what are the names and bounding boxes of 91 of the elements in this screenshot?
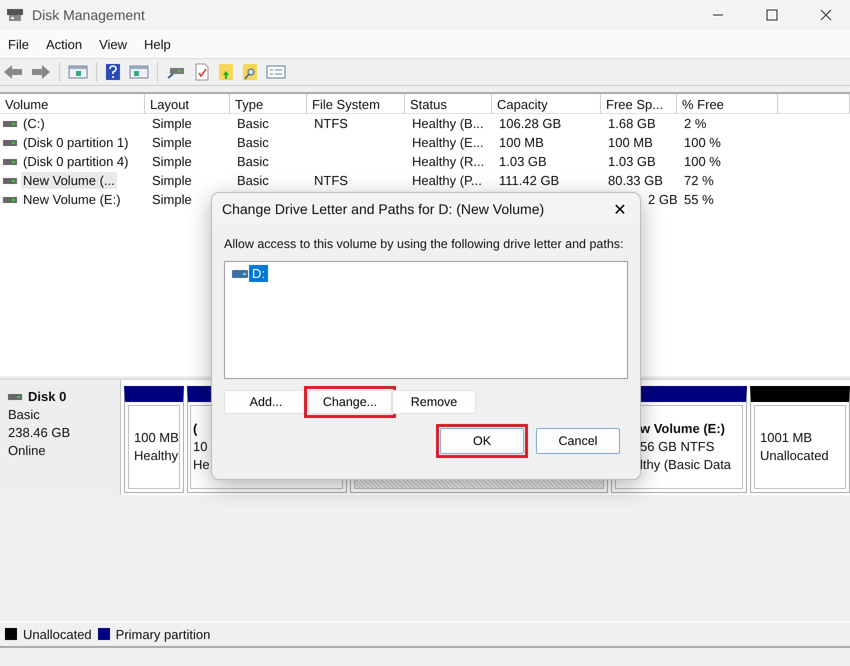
table-cell[interactable]: New Volume (E:): [21, 191, 123, 208]
console-tree-icon[interactable]: [68, 64, 88, 80]
table-cell: Basic: [237, 135, 269, 150]
table-cell: 55 %: [684, 192, 714, 207]
dialog-button[interactable]: Add...: [224, 390, 308, 414]
dialog-button[interactable]: Remove: [392, 390, 476, 414]
column-header[interactable]: Type: [230, 94, 307, 114]
column-header[interactable]: Volume: [0, 94, 145, 114]
table-cell[interactable]: (Disk 0 partition 4): [21, 153, 130, 170]
partition-block[interactable]: 100 MB Healthy: [124, 386, 184, 493]
drive-icon: [3, 140, 17, 146]
legend-label: Primary partition: [116, 626, 210, 642]
drive-icon: [8, 394, 22, 400]
table-cell: 100 MB: [608, 135, 653, 150]
disk-type: Basic: [8, 406, 41, 424]
table-cell: 100 %: [684, 154, 721, 169]
empty-column-header: [778, 94, 850, 114]
menu-item[interactable]: Action: [46, 36, 82, 52]
table-cell[interactable]: New Volume (...: [21, 172, 117, 189]
table-cell: 80.33 GB: [608, 173, 663, 188]
table-cell: 111.42 GB: [499, 173, 560, 188]
menu-item[interactable]: File: [8, 36, 29, 52]
table-cell: Healthy (B...: [412, 116, 484, 131]
window-title: Disk Management: [32, 7, 145, 23]
close-icon[interactable]: [820, 9, 832, 21]
table-cell: 72 %: [684, 173, 714, 188]
column-header[interactable]: Layout: [145, 94, 230, 114]
maximize-icon[interactable]: [766, 9, 778, 21]
menu-item[interactable]: View: [99, 36, 128, 52]
drive-icon: [3, 178, 17, 184]
table-cell: Simple: [152, 192, 192, 207]
table-cell: 2 %: [684, 116, 706, 131]
partition-detail: 1001 MB: [760, 429, 814, 447]
column-header[interactable]: Free Sp...: [601, 94, 677, 114]
column-header[interactable]: File System: [307, 94, 405, 114]
table-cell: 1.68 GB: [608, 116, 656, 131]
table-cell: NTFS: [314, 116, 348, 131]
table-cell: 2 GB: [648, 192, 678, 207]
disk-management-icon: [6, 8, 24, 22]
action-pane-icon[interactable]: [129, 64, 149, 80]
partition-detail: lthy (Basic Data: [640, 456, 732, 474]
legend-label: Unallocated: [23, 626, 92, 642]
forward-arrow-icon[interactable]: [31, 64, 51, 80]
dialog-title: Change Drive Letter and Paths for D: (New Volume): [222, 201, 544, 217]
path-item[interactable]: D:: [249, 265, 268, 282]
back-arrow-icon[interactable]: [3, 64, 23, 80]
table-cell: Basic: [237, 116, 269, 131]
properties-list-icon[interactable]: [266, 64, 286, 80]
table-cell: NTFS: [314, 173, 348, 188]
checklist-icon[interactable]: [194, 63, 210, 81]
folder-search-icon[interactable]: [242, 63, 258, 81]
table-cell: Basic: [237, 173, 269, 188]
menu-item[interactable]: Help: [144, 36, 171, 52]
close-button[interactable]: ✕: [600, 194, 640, 224]
table-cell[interactable]: (Disk 0 partition 1): [21, 134, 130, 151]
drive-icon: [3, 196, 17, 202]
table-cell: Basic: [237, 154, 269, 169]
table-cell: Healthy (R...: [412, 154, 484, 169]
partition-title: (: [193, 420, 198, 438]
drive-icon: [3, 158, 17, 164]
table-cell: Simple: [152, 135, 192, 150]
table-cell: Simple: [152, 116, 192, 131]
help-icon[interactable]: [105, 63, 121, 81]
disk-status: Online: [8, 442, 47, 460]
drive-icon: [3, 120, 17, 126]
dialog-button[interactable]: Change...: [308, 390, 392, 414]
partition-detail: He: [193, 456, 211, 474]
column-header[interactable]: Capacity: [492, 94, 601, 114]
table-cell: 1.03 GB: [499, 154, 547, 169]
table-cell: Healthy (P...: [412, 173, 482, 188]
table-cell: Healthy (E...: [412, 135, 484, 150]
table-cell: Simple: [152, 154, 192, 169]
disk-size: 238.46 GB: [8, 424, 72, 442]
dialog-button[interactable]: OK: [440, 428, 524, 454]
partition-block[interactable]: 1001 MB Unallocated: [750, 386, 850, 493]
partition-detail: Unallocated: [760, 447, 830, 465]
table-cell: 1.03 GB: [608, 154, 656, 169]
partition-detail: 56 GB NTFS: [640, 438, 716, 456]
table-cell: 100 %: [684, 135, 721, 150]
drive-icon: [232, 270, 248, 278]
dialog-button[interactable]: Cancel: [536, 428, 620, 454]
disk-name: Disk 0: [28, 388, 66, 406]
partition-detail: 10: [193, 438, 208, 456]
table-cell[interactable]: (C:): [21, 115, 47, 132]
table-cell: 106.28 GB: [499, 116, 562, 131]
column-header[interactable]: % Free: [677, 94, 778, 114]
table-cell: Simple: [152, 173, 192, 188]
table-cell: 100 MB: [499, 135, 544, 150]
column-header[interactable]: Status: [405, 94, 492, 114]
folder-up-icon[interactable]: [218, 63, 234, 81]
dialog-prompt: Allow access to this volume by using the following drive letter and paths:: [224, 237, 625, 251]
